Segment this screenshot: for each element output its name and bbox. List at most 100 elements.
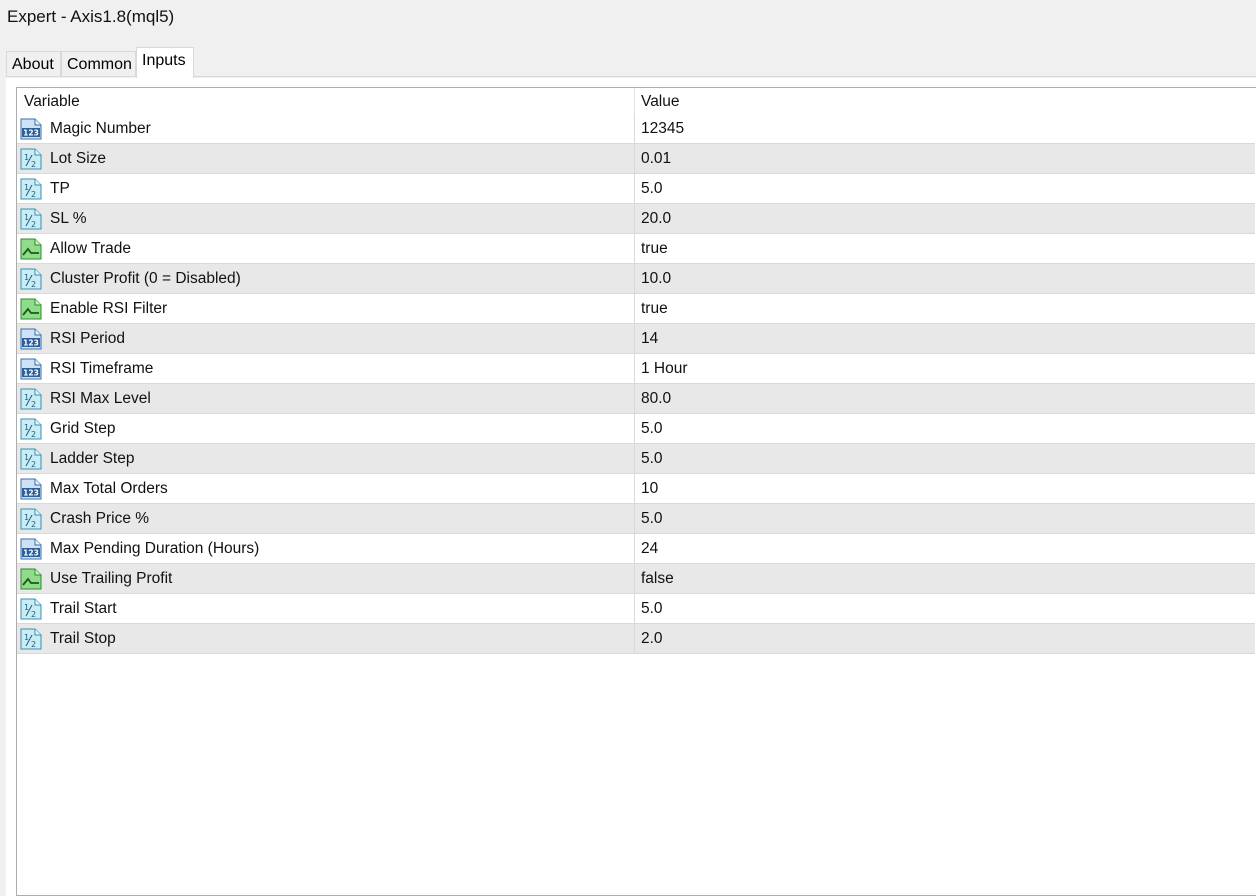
- table-row[interactable]: 1 2 RSI Max Level 80.0: [17, 384, 1255, 414]
- table-row[interactable]: 123 Max Total Orders 10: [17, 474, 1255, 504]
- row-value-cell[interactable]: 5.0: [641, 450, 663, 468]
- column-separator: [634, 354, 635, 384]
- double-type-icon: 12: [19, 147, 43, 171]
- row-value-cell[interactable]: 20.0: [641, 210, 671, 228]
- double-type-icon: 12: [19, 387, 43, 411]
- svg-text:123: 123: [23, 339, 39, 348]
- row-variable-name: RSI Timeframe: [50, 360, 154, 377]
- column-header-variable[interactable]: Variable: [24, 88, 80, 114]
- table-row[interactable]: 1 2 Ladder Step 5.0: [17, 444, 1255, 474]
- row-value-cell[interactable]: 14: [641, 330, 658, 348]
- column-separator: [634, 234, 635, 264]
- row-value-cell[interactable]: 5.0: [641, 180, 663, 198]
- column-divider[interactable]: [634, 88, 635, 114]
- column-separator: [634, 444, 635, 474]
- table-row[interactable]: Allow Trade true: [17, 234, 1255, 264]
- tab-common[interactable]: Common: [61, 51, 136, 76]
- row-variable-name: Enable RSI Filter: [50, 300, 168, 317]
- svg-text:2: 2: [31, 520, 36, 529]
- int-type-icon: 123: [19, 117, 43, 141]
- row-value-cell[interactable]: 2.0: [641, 630, 663, 648]
- table-row[interactable]: Enable RSI Filter true: [17, 294, 1255, 324]
- double-type-icon: 12: [19, 447, 43, 471]
- svg-text:123: 123: [23, 489, 39, 498]
- svg-text:1: 1: [24, 513, 29, 522]
- table-row[interactable]: 1 2 Lot Size 0.01: [17, 144, 1255, 174]
- row-variable-name: Max Total Orders: [50, 480, 168, 497]
- bool-type-icon: [19, 567, 43, 591]
- svg-text:1: 1: [24, 213, 29, 222]
- svg-text:2: 2: [31, 610, 36, 619]
- tab-strip: About Common Inputs: [0, 38, 1256, 78]
- svg-text:2: 2: [31, 220, 36, 229]
- row-value-cell[interactable]: 1 Hour: [641, 360, 688, 378]
- double-type-icon: 12: [19, 597, 43, 621]
- row-value-cell[interactable]: 10.0: [641, 270, 671, 288]
- window-title: Expert - Axis1.8(mql5): [7, 7, 175, 26]
- svg-text:2: 2: [31, 640, 36, 649]
- row-variable-name: Max Pending Duration (Hours): [50, 540, 260, 557]
- table-row[interactable]: 123 Max Pending Duration (Hours) 24: [17, 534, 1255, 564]
- table-row[interactable]: 1 2 Trail Stop 2.0: [17, 624, 1255, 654]
- int-type-icon: 123: [19, 357, 43, 381]
- row-variable-name: Cluster Profit (0 = Disabled): [50, 270, 241, 287]
- row-value-cell[interactable]: 5.0: [641, 420, 663, 438]
- column-separator: [634, 264, 635, 294]
- int-type-icon: 123: [19, 537, 43, 561]
- row-variable-name: Allow Trade: [50, 240, 131, 257]
- column-header-value[interactable]: Value: [641, 88, 680, 114]
- svg-text:123: 123: [23, 129, 39, 138]
- row-value-cell[interactable]: 80.0: [641, 390, 671, 408]
- bool-type-icon: [19, 297, 43, 321]
- tab-about[interactable]: About: [6, 51, 61, 76]
- svg-text:1: 1: [24, 423, 29, 432]
- rows-container: 123 Magic Number 12345 1 2 Lot Size 0.01 1 2 TP 5.…: [17, 114, 1256, 654]
- row-variable-name: Trail Start: [50, 600, 117, 617]
- column-separator: [634, 564, 635, 594]
- table-row[interactable]: 123 RSI Period 14: [17, 324, 1255, 354]
- row-value-cell[interactable]: 5.0: [641, 510, 663, 528]
- row-value-cell[interactable]: false: [641, 570, 674, 588]
- svg-text:1: 1: [24, 393, 29, 402]
- table-row[interactable]: 1 2 Crash Price % 5.0: [17, 504, 1255, 534]
- row-value-cell[interactable]: 0.01: [641, 150, 671, 168]
- bool-type-icon: [19, 237, 43, 261]
- row-variable-name: Grid Step: [50, 420, 116, 437]
- table-row[interactable]: 1 2 Grid Step 5.0: [17, 414, 1255, 444]
- table-row[interactable]: 1 2 Trail Start 5.0: [17, 594, 1255, 624]
- svg-text:1: 1: [24, 453, 29, 462]
- svg-text:1: 1: [24, 183, 29, 192]
- row-value-cell[interactable]: 12345: [641, 120, 684, 138]
- row-variable-name: SL %: [50, 210, 87, 227]
- row-value-cell[interactable]: 10: [641, 480, 658, 498]
- table-row[interactable]: 1 2 Cluster Profit (0 = Disabled) 10.0: [17, 264, 1255, 294]
- inputs-list: Variable Value 123 Magic Number 12345 1 2 Lot…: [16, 87, 1256, 896]
- inputs-panel: Variable Value 123 Magic Number 12345 1 2 Lot…: [6, 78, 1256, 896]
- double-type-icon: 12: [19, 507, 43, 531]
- table-row[interactable]: 1 2 TP 5.0: [17, 174, 1255, 204]
- int-type-icon: 123: [19, 327, 43, 351]
- column-separator: [634, 504, 635, 534]
- window-titlebar: Expert - Axis1.8(mql5): [0, 0, 1256, 38]
- row-variable-name: Ladder Step: [50, 450, 135, 467]
- row-value-cell[interactable]: 24: [641, 540, 658, 558]
- tab-inputs[interactable]: Inputs: [136, 47, 194, 78]
- double-type-icon: 12: [19, 207, 43, 231]
- row-variable-name: Lot Size: [50, 150, 107, 167]
- double-type-icon: 12: [19, 417, 43, 441]
- svg-text:123: 123: [23, 549, 39, 558]
- svg-text:123: 123: [23, 369, 39, 378]
- svg-text:2: 2: [31, 430, 36, 439]
- table-row[interactable]: 123 RSI Timeframe 1 Hour: [17, 354, 1255, 384]
- svg-text:2: 2: [31, 160, 36, 169]
- table-row[interactable]: 1 2 SL % 20.0: [17, 204, 1255, 234]
- row-variable-name: Crash Price %: [50, 510, 150, 527]
- row-value-cell[interactable]: true: [641, 300, 668, 318]
- row-value-cell[interactable]: true: [641, 240, 668, 258]
- table-row[interactable]: 123 Magic Number 12345: [17, 114, 1255, 144]
- svg-text:1: 1: [24, 153, 29, 162]
- row-variable-name: Trail Stop: [50, 630, 116, 647]
- table-row[interactable]: Use Trailing Profit false: [17, 564, 1255, 594]
- column-separator: [634, 414, 635, 444]
- row-value-cell[interactable]: 5.0: [641, 600, 663, 618]
